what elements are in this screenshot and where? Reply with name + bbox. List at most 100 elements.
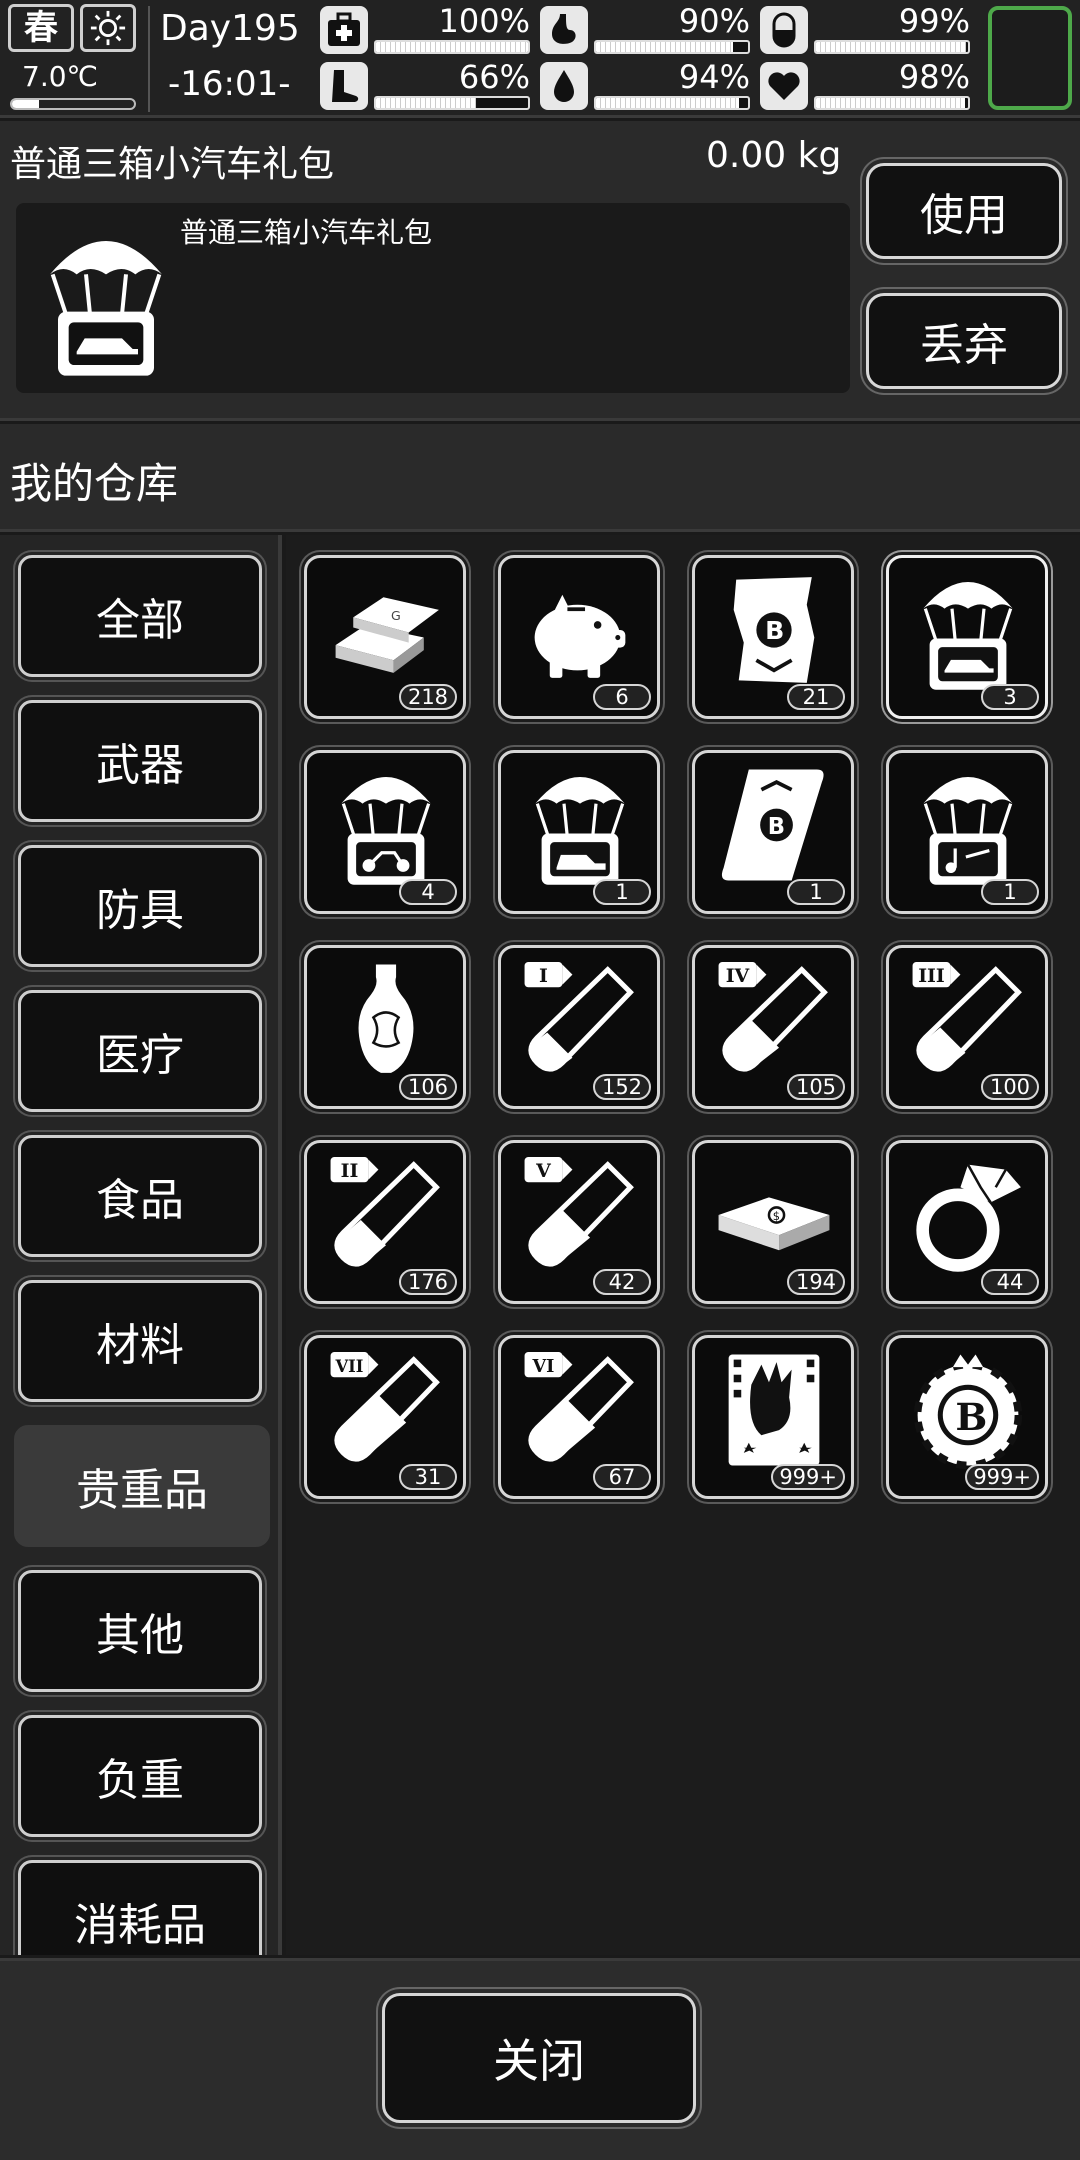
inventory-slot[interactable]: VII 31 <box>304 1335 466 1499</box>
game-time: -16:01- <box>168 64 291 104</box>
inventory-slot[interactable]: II 176 <box>304 1140 466 1304</box>
stat-value: 94% <box>678 58 750 96</box>
test-tube-icon: VII <box>330 1352 440 1462</box>
warehouse-title: 我的仓库 <box>10 459 179 508</box>
svg-text:G: G <box>391 608 401 623</box>
inventory-slot[interactable]: 6 <box>498 555 660 719</box>
inventory-slot[interactable]: B 999+ <box>886 1335 1048 1499</box>
svg-text:II: II <box>341 1160 359 1182</box>
inventory-slot[interactable]: 1 <box>886 750 1048 914</box>
item-detail-panel: 普通三箱小汽车礼包 0.00 kg 普通三箱小汽车礼包 使用 丢弃 <box>0 121 1080 421</box>
item-count: 3 <box>981 684 1039 710</box>
music-airdrop-icon <box>923 777 1013 885</box>
thirst-stat: 94% <box>540 58 750 112</box>
stat-value: 66% <box>458 58 530 96</box>
bitcoin-scroll-icon: B <box>721 769 824 881</box>
stomach-icon <box>540 6 588 54</box>
item-count: 218 <box>399 684 457 710</box>
inventory-slot[interactable]: VI 67 <box>498 1335 660 1499</box>
inventory-slot-selected[interactable]: 3 <box>886 555 1048 719</box>
zombie-card-icon <box>728 1354 820 1466</box>
category-consumables-button[interactable]: 消耗品 <box>18 1860 262 1955</box>
hunger-stat: 90% <box>540 2 750 56</box>
stat-value: 90% <box>678 2 750 40</box>
immunity-stat: 99% <box>760 2 970 56</box>
inventory-slot[interactable]: 1 <box>498 750 660 914</box>
gold-bar-icon: G <box>335 597 439 673</box>
item-count: 6 <box>593 684 651 710</box>
item-weight: 0.00 kg <box>706 135 842 176</box>
svg-text:$: $ <box>773 1209 780 1223</box>
warehouse-header: 我的仓库 <box>0 424 1080 532</box>
inventory-slot[interactable]: 4 <box>304 750 466 914</box>
item-name: 普通三箱小汽车礼包 <box>10 144 335 185</box>
category-sidebar[interactable]: 全部 武器 防具 医疗 食品 材料 贵重品 其他 负重 消耗品 <box>0 535 282 1955</box>
piggy-bank-icon <box>534 594 626 678</box>
vase-icon <box>358 964 414 1073</box>
footer-bar: 关闭 <box>0 1958 1080 2160</box>
inventory-slot[interactable]: B 21 <box>692 555 854 719</box>
item-count: 999+ <box>771 1464 845 1490</box>
item-description: 普通三箱小汽车礼包 <box>180 216 433 249</box>
day-counter: Day195 <box>160 8 300 49</box>
category-weapons-button[interactable]: 武器 <box>18 700 262 822</box>
item-count: 1 <box>787 879 845 905</box>
inventory-slot[interactable]: $ 194 <box>692 1140 854 1304</box>
water-drop-icon <box>540 62 588 110</box>
bitcoin-chip-icon: B <box>913 1354 1023 1470</box>
item-count: 21 <box>787 684 845 710</box>
stamina-stat: 66% <box>320 58 530 112</box>
inventory-slot[interactable]: IV 105 <box>692 945 854 1109</box>
first-aid-icon <box>320 6 368 54</box>
motorcycle-airdrop-icon <box>341 777 431 885</box>
mood-stat: 98% <box>760 58 970 112</box>
inventory-slot[interactable]: G 218 <box>304 555 466 719</box>
sun-icon <box>80 4 136 52</box>
test-tube-icon: III <box>912 962 1022 1072</box>
test-tube-icon: I <box>524 962 634 1072</box>
item-description-panel: 普通三箱小汽车礼包 <box>16 203 850 393</box>
item-grid: G 218 6 B 21 3 4 1 B 1 1 106 I 152 IV 10… <box>286 535 1080 1955</box>
item-count: 1 <box>981 879 1039 905</box>
discard-button[interactable]: 丢弃 <box>866 293 1062 389</box>
test-tube-icon: IV <box>718 962 828 1072</box>
category-other-button[interactable]: 其他 <box>18 1570 262 1692</box>
svg-text:B: B <box>765 616 784 645</box>
category-load-button[interactable]: 负重 <box>18 1715 262 1837</box>
health-stat: 100% <box>320 2 530 56</box>
category-materials-button[interactable]: 材料 <box>18 1280 262 1402</box>
inventory-slot[interactable]: 999+ <box>692 1335 854 1499</box>
close-button[interactable]: 关闭 <box>382 1993 696 2123</box>
inventory-slot[interactable]: III 100 <box>886 945 1048 1109</box>
use-button[interactable]: 使用 <box>866 163 1062 259</box>
minimap-button[interactable] <box>988 6 1072 110</box>
inventory-slot[interactable]: 44 <box>886 1140 1048 1304</box>
bitcoin-map-icon: B <box>733 577 815 683</box>
item-count: 105 <box>787 1074 845 1100</box>
inventory-slot[interactable]: V 42 <box>498 1140 660 1304</box>
inventory-slot[interactable]: I 152 <box>498 945 660 1109</box>
item-count: 67 <box>593 1464 651 1490</box>
item-count: 42 <box>593 1269 651 1295</box>
status-bar: 春 7.0℃ Day195 -16:01- 100% 90% 99% 66% 9… <box>0 0 1080 118</box>
category-armor-button[interactable]: 防具 <box>18 845 262 967</box>
item-count: 176 <box>399 1269 457 1295</box>
heart-icon <box>760 62 808 110</box>
inventory-slot[interactable]: 106 <box>304 945 466 1109</box>
item-count: 100 <box>981 1074 1039 1100</box>
test-tube-icon: V <box>524 1157 634 1267</box>
cash-stack-icon: $ <box>718 1197 830 1251</box>
item-count: 44 <box>981 1269 1039 1295</box>
inventory-slot[interactable]: B 1 <box>692 750 854 914</box>
temperature-text: 7.0℃ <box>22 60 98 93</box>
category-food-button[interactable]: 食品 <box>18 1135 262 1257</box>
svg-text:VII: VII <box>334 1357 363 1376</box>
car-airdrop-icon <box>923 582 1013 690</box>
category-medical-button[interactable]: 医疗 <box>18 990 262 1112</box>
category-all-button[interactable]: 全部 <box>18 555 262 677</box>
stat-value: 100% <box>438 2 530 40</box>
category-valuables-button[interactable]: 贵重品 <box>14 1425 270 1547</box>
svg-text:I: I <box>539 965 548 987</box>
item-count: 106 <box>399 1074 457 1100</box>
stat-value: 98% <box>898 58 970 96</box>
